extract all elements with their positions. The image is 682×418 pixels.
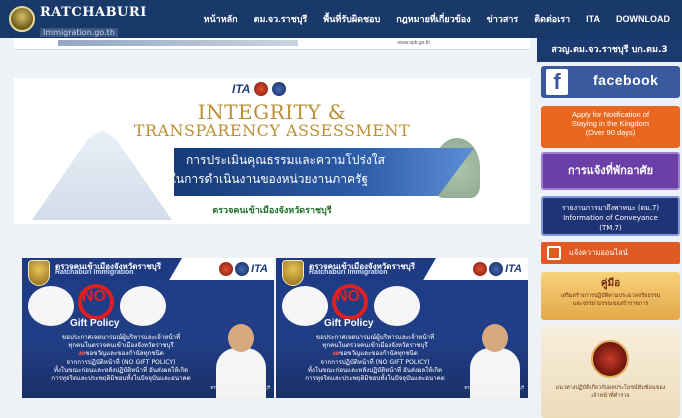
ninety-day-notification-button[interactable]: Apply for Notification of Staying in the… [541, 106, 680, 148]
gift-ita-logos: ITA [473, 262, 522, 276]
immigration-badge-icon[interactable] [9, 6, 35, 32]
gift-policy-card[interactable]: ตรวจคนเข้าเมืองจังหวัดราชบุรี Ratchaburi… [22, 258, 274, 398]
sidebar-heading: สวญ.ตม.จว.ราชบุรี บก.ตม.3 [537, 38, 682, 62]
facebook-icon: f [546, 69, 568, 95]
nav-item-contact[interactable]: ติดต่อเรา [526, 12, 578, 26]
site-domain: Immigration.go.th [40, 28, 118, 37]
agency-seal-icon [219, 262, 234, 276]
banner-artwork [58, 40, 298, 46]
gift-policy-text: ขอประกาศเจตนารมณ์ผู้บริหารและเจ้าหน้าที่… [51, 334, 191, 383]
residence-notification-button[interactable]: การแจ้งที่พักอาศัย [541, 152, 680, 190]
gift-policy-text: ขอประกาศเจตนารมณ์ผู้บริหารและเจ้าหน้าที่… [305, 334, 445, 383]
hand-stop-icon [120, 286, 166, 326]
manual-text: แนวทางปฏิบัติเกี่ยวกับผลประโยชน์ทับซ้อนข… [555, 385, 666, 399]
ita-logo-group: ITA [232, 82, 287, 96]
ita-logo: ITA [251, 263, 268, 275]
no-label: NO [336, 288, 360, 305]
ita-footer: ตรวจคนเข้าเมืองจังหวัดราชบุรี [212, 206, 332, 216]
ita-banner[interactable]: ITA INTEGRITY & TRANSPARENCY ASSESSMENT … [14, 78, 530, 224]
ethics-guide-banner[interactable]: คู่มือ เสริมสร้างการปฏิบัติตามประมวลจริย… [541, 272, 680, 320]
ita-logo: ITA [232, 82, 251, 96]
online-report-button[interactable]: แจ้งความออนไลน์ [541, 242, 680, 264]
hand-stop-icon [28, 286, 74, 326]
external-link-icon [547, 246, 561, 260]
nav-item-ratchaburi[interactable]: ตม.จว.ราชบุรี [246, 12, 316, 26]
ita-thai-line1: การประเมินคุณธรรมและความโปร่งใส [186, 153, 385, 167]
tm7-conveyance-button[interactable]: รายงานการมาถึงพาหนะ (ตม.7) Information o… [541, 196, 680, 236]
gift-caption: ตรวจคนเข้าเมืองจังหวัดราชบุรี [210, 386, 270, 391]
nav-item-download[interactable]: DOWNLOAD [608, 14, 678, 24]
nav-item-home[interactable]: หน้าหลัก [196, 12, 246, 26]
site-title[interactable]: RATCHABURI [40, 5, 147, 20]
gift-caption: ตรวจคนเข้าเมืองจังหวัดราชบุรี [464, 386, 524, 391]
gift-header: ตรวจคนเข้าเมืองจังหวัดราชบุรี Ratchaburi… [276, 258, 528, 280]
police-badge-icon [272, 82, 287, 96]
facebook-button[interactable]: f facebook [541, 66, 680, 98]
facebook-label: facebook [593, 72, 659, 88]
agency-seal-icon [473, 262, 488, 276]
guide-title: คู่มือ [600, 278, 621, 289]
gift-header-en: Ratchaburi Immigration [55, 269, 134, 276]
ita-logo: ITA [505, 263, 522, 275]
nav-item-laws[interactable]: กฎหมายที่เกี่ยวข้อง [388, 12, 478, 26]
site-brand[interactable]: RATCHABURI Immigration.go.th [40, 5, 147, 39]
top-banner-strip[interactable]: www.spb.go.th [14, 38, 530, 50]
nav-item-area[interactable]: พื้นที่รับผิดชอบ [315, 12, 388, 26]
top-navigation: RATCHABURI Immigration.go.th หน้าหลัก ตม… [0, 0, 682, 38]
gift-header: ตรวจคนเข้าเมืองจังหวัดราชบุรี Ratchaburi… [22, 258, 274, 280]
police-badge-icon [489, 262, 504, 276]
nav-menu: หน้าหลัก ตม.จว.ราชบุรี พื้นที่รับผิดชอบ … [196, 0, 678, 38]
gift-header-en: Ratchaburi Immigration [309, 269, 388, 276]
agency-seal-icon [254, 82, 269, 96]
hand-stop-icon [282, 286, 328, 326]
immigration-emblem-icon [28, 260, 50, 286]
no-label: NO [82, 288, 106, 305]
gift-ita-logos: ITA [219, 262, 268, 276]
gift-policy-card[interactable]: ตรวจคนเข้าเมืองจังหวัดราชบุรี Ratchaburi… [276, 258, 528, 398]
ita-thai-line2: ในการดำเนินงานของหน่วยงานภาครัฐ [170, 172, 369, 186]
banner-url: www.spb.go.th [397, 40, 430, 46]
guide-text: เสริมสร้างการปฏิบัติตามประมวลจริยธรรม แล… [560, 293, 661, 307]
police-badge-icon [235, 262, 250, 276]
nav-item-ita[interactable]: ITA [578, 14, 608, 24]
gift-policy-label: Gift Policy [70, 318, 120, 329]
conflict-of-interest-banner[interactable]: แนวทางปฏิบัติเกี่ยวกับผลประโยชน์ทับซ้อนข… [541, 326, 680, 418]
ita-title-line2: TRANSPARENCY ASSESSMENT [133, 121, 411, 140]
immigration-emblem-icon [282, 260, 304, 286]
hand-stop-icon [374, 286, 420, 326]
nav-item-news[interactable]: ข่าวสาร [479, 12, 527, 26]
gift-policy-label: Gift Policy [324, 318, 374, 329]
online-report-label: แจ้งความออนไลน์ [569, 248, 628, 257]
police-seal-icon [591, 340, 629, 378]
